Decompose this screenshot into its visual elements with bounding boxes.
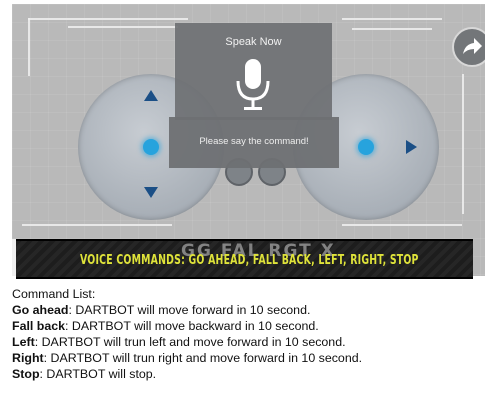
command-desc: : DARTBOT will move forward in 10 second… bbox=[68, 303, 311, 317]
frame-line bbox=[342, 224, 462, 226]
speak-now-title: Speak Now bbox=[225, 36, 282, 48]
right-joystick-knob[interactable] bbox=[358, 139, 374, 155]
voice-prompt-panel: Please say the command! bbox=[169, 117, 339, 168]
frame-line bbox=[462, 74, 464, 214]
banner-text: VOICE COMMANDS: GO AHEAD, FALL BACK, LEF… bbox=[79, 253, 419, 268]
frame-line bbox=[342, 18, 442, 20]
left-joystick-knob[interactable] bbox=[143, 139, 159, 155]
speak-now-dialog: Speak Now bbox=[175, 23, 332, 120]
command-item: Right: DARTBOT will trun right and move … bbox=[12, 350, 482, 366]
frame-line bbox=[22, 224, 172, 226]
command-name: Go ahead bbox=[12, 303, 69, 317]
arrow-down-icon bbox=[144, 187, 158, 198]
command-desc: : DARTBOT will move backward in 10 secon… bbox=[65, 319, 319, 333]
command-item: Left: DARTBOT will trun left and move fo… bbox=[12, 334, 482, 350]
command-desc: : DARTBOT will stop. bbox=[39, 367, 157, 381]
share-arrow-icon bbox=[463, 38, 482, 54]
command-name: Right bbox=[12, 351, 44, 365]
frame-line bbox=[28, 18, 188, 20]
command-list-heading: Command List: bbox=[12, 287, 96, 301]
arrow-up-icon bbox=[144, 90, 158, 101]
command-desc: : DARTBOT will trun left and move forwar… bbox=[34, 335, 346, 349]
command-desc: : DARTBOT will trun right and move forwa… bbox=[43, 351, 363, 365]
app-screen: Speak Now Please say the command! bbox=[12, 4, 485, 276]
share-button[interactable] bbox=[452, 27, 485, 67]
command-name: Fall back bbox=[12, 319, 66, 333]
command-name: Stop bbox=[12, 367, 40, 381]
command-item: Stop: DARTBOT will stop. bbox=[12, 366, 482, 382]
voice-commands-banner: GG FAL RGT X VOICE COMMANDS: GO AHEAD, F… bbox=[16, 239, 473, 279]
command-item: Go ahead: DARTBOT will move forward in 1… bbox=[12, 302, 482, 318]
command-list: Command List: Go ahead: DARTBOT will mov… bbox=[12, 286, 482, 382]
command-name: Left bbox=[12, 335, 35, 349]
frame-line bbox=[28, 18, 30, 76]
frame-line bbox=[352, 28, 432, 30]
voice-prompt-text: Please say the command! bbox=[199, 136, 309, 147]
arrow-right-icon bbox=[406, 140, 417, 154]
command-item: Fall back: DARTBOT will move backward in… bbox=[12, 318, 482, 334]
frame-line bbox=[68, 26, 178, 28]
microphone-icon bbox=[236, 59, 270, 110]
